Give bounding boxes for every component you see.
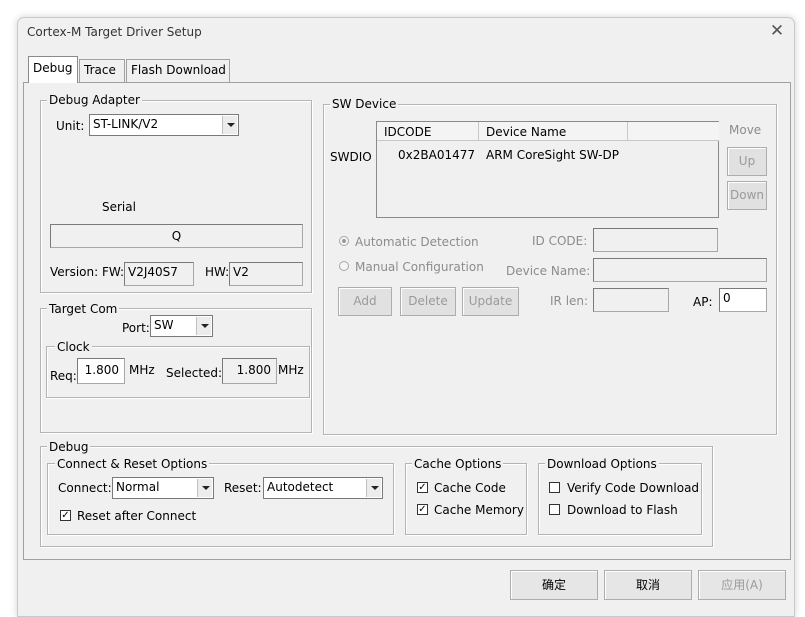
ir-len-field[interactable]: [593, 288, 669, 312]
req-label: Req:: [50, 369, 77, 383]
unit-select-value: ST-LINK/V2: [93, 117, 159, 131]
delete-button[interactable]: Delete: [400, 287, 456, 316]
id-code-label: ID CODE:: [532, 234, 588, 248]
chevron-down-icon[interactable]: [197, 479, 212, 497]
column-header-empty: [628, 122, 719, 141]
connect-select[interactable]: Normal: [112, 477, 214, 499]
cache-code-checkbox[interactable]: ✓: [417, 482, 428, 493]
column-header-device-name[interactable]: Device Name: [479, 122, 628, 141]
sw-device-legend: SW Device: [330, 97, 399, 111]
unit-select[interactable]: ST-LINK/V2: [89, 114, 239, 136]
download-to-flash-checkbox[interactable]: [549, 504, 560, 515]
reset-select-value: Autodetect: [267, 480, 334, 494]
debug-adapter-legend: Debug Adapter: [47, 93, 142, 107]
column-header-idcode[interactable]: IDCODE: [377, 122, 479, 141]
req-unit-label: MHz: [129, 363, 155, 377]
download-to-flash-label: Download to Flash: [567, 503, 678, 517]
cache-code-label: Cache Code: [434, 481, 506, 495]
hw-label: HW:: [205, 265, 230, 279]
req-clock-input[interactable]: 1.800: [77, 358, 125, 384]
id-code-field[interactable]: [593, 228, 718, 252]
hw-version-field: V2: [229, 262, 303, 286]
tab-trace[interactable]: Trace: [79, 59, 125, 82]
connect-reset-legend: Connect & Reset Options: [55, 457, 210, 471]
port-label: Port:: [122, 321, 150, 335]
port-select-value: SW: [154, 318, 174, 332]
row-idcode: 0x2BA01477: [398, 148, 475, 162]
connect-reset-group: [47, 463, 394, 535]
apply-button[interactable]: 应用(A): [698, 570, 786, 600]
cache-options-group: [405, 463, 527, 535]
update-button[interactable]: Update: [462, 287, 519, 316]
selected-label: Selected:: [166, 366, 223, 380]
verify-code-download-checkbox[interactable]: [549, 482, 560, 493]
close-icon[interactable]: ✕: [768, 22, 786, 40]
target-com-legend: Target Com: [47, 302, 120, 316]
row-device-name: ARM CoreSight SW-DP: [486, 148, 619, 162]
download-options-legend: Download Options: [545, 457, 659, 471]
automatic-detection-label: Automatic Detection: [355, 235, 479, 249]
download-options-group: [538, 463, 702, 535]
device-name-label: Device Name:: [506, 264, 591, 278]
version-fw-label: Version: FW:: [50, 265, 125, 279]
move-down-button[interactable]: Down: [727, 181, 767, 210]
reset-after-connect-checkbox[interactable]: ✓: [60, 510, 71, 521]
chevron-down-icon[interactable]: [366, 479, 381, 497]
connect-select-value: Normal: [116, 480, 160, 494]
device-name-field[interactable]: [593, 258, 767, 282]
fw-version-field: V2J40S7: [124, 262, 194, 286]
table-row[interactable]: 0x2BA01477 ARM CoreSight SW-DP: [377, 144, 718, 162]
window-title: Cortex-M Target Driver Setup: [27, 25, 202, 39]
ap-input[interactable]: 0: [719, 288, 767, 312]
chevron-down-icon[interactable]: [196, 317, 211, 335]
cancel-button[interactable]: 取消: [604, 570, 692, 600]
connect-label: Connect:: [58, 481, 112, 495]
ap-label: AP:: [693, 295, 713, 309]
cache-options-legend: Cache Options: [412, 457, 504, 471]
ok-button[interactable]: 确定: [510, 570, 598, 600]
serial-label: Serial: [102, 200, 136, 214]
tab-flash-download[interactable]: Flash Download: [126, 59, 230, 82]
device-table[interactable]: IDCODE Device Name 0x2BA01477 ARM CoreSi…: [376, 121, 719, 218]
automatic-detection-radio[interactable]: [339, 236, 349, 246]
swdio-label: SWDIO: [330, 150, 372, 164]
cache-memory-label: Cache Memory: [434, 503, 524, 517]
cache-memory-checkbox[interactable]: ✓: [417, 504, 428, 515]
chevron-down-icon[interactable]: [222, 116, 237, 134]
verify-code-download-label: Verify Code Download: [567, 481, 700, 495]
add-button[interactable]: Add: [338, 287, 392, 316]
move-label: Move: [729, 123, 762, 137]
move-up-button[interactable]: Up: [727, 147, 767, 176]
debug-legend: Debug: [47, 440, 91, 454]
clock-legend: Clock: [55, 340, 92, 354]
reset-select[interactable]: Autodetect: [263, 477, 383, 499]
manual-configuration-label: Manual Configuration: [355, 260, 484, 274]
selected-clock-field: 1.800: [222, 358, 277, 384]
manual-configuration-radio[interactable]: [339, 261, 349, 271]
unit-label: Unit:: [56, 119, 85, 133]
ir-len-label: IR len:: [550, 294, 589, 308]
reset-after-connect-label: Reset after Connect: [77, 509, 197, 523]
tab-debug[interactable]: Debug: [28, 56, 78, 83]
port-select[interactable]: SW: [150, 315, 213, 337]
serial-field: Q: [50, 224, 303, 248]
selected-unit-label: MHz: [278, 363, 304, 377]
reset-label: Reset:: [224, 481, 262, 495]
